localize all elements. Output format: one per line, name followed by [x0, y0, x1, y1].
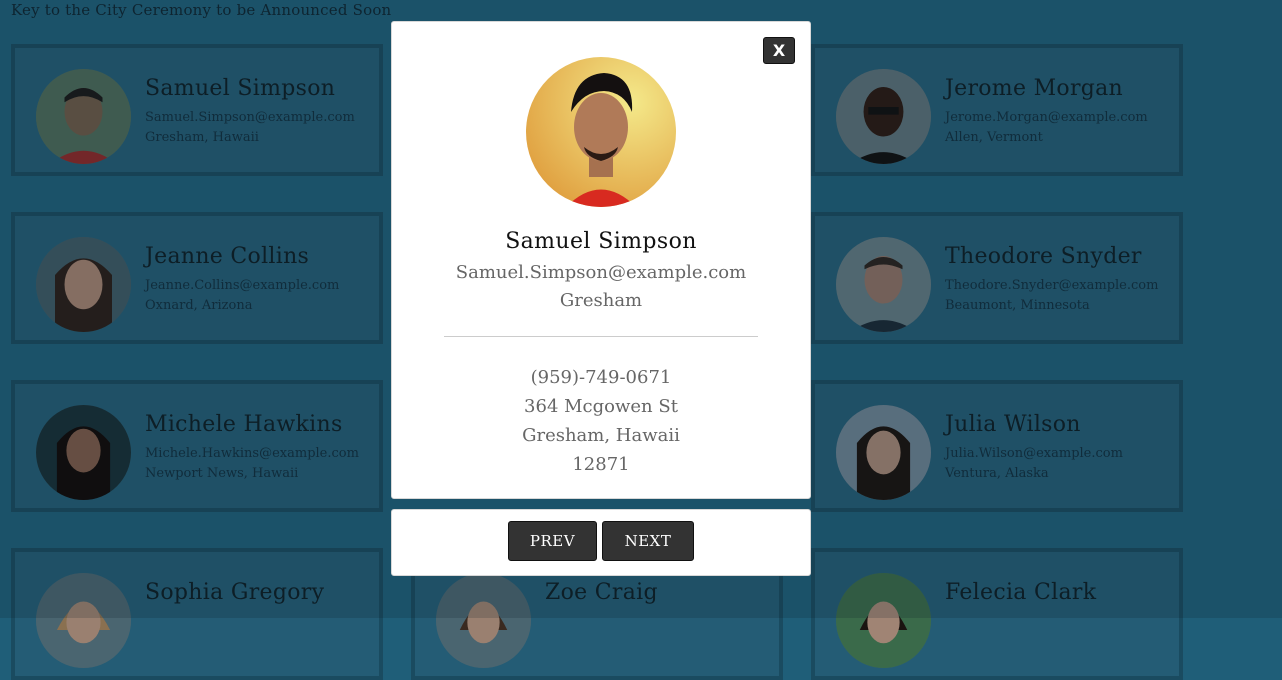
- employee-card[interactable]: Jerome Morgan Jerome.Morgan@example.com …: [811, 44, 1183, 176]
- modal-avatar: [526, 57, 676, 207]
- employee-location: Newport News, Hawaii: [145, 466, 299, 481]
- modal-name: Samuel Simpson: [505, 229, 697, 254]
- employee-avatar: [36, 573, 131, 668]
- employee-email: Jerome.Morgan@example.com: [945, 110, 1148, 125]
- employee-avatar: [836, 405, 931, 500]
- employee-name: Julia Wilson: [945, 412, 1081, 437]
- employee-modal: X Samuel Simpson Samuel.Simpson@example.…: [391, 21, 811, 499]
- modal-postcode: 12871: [572, 454, 630, 475]
- employee-name: Michele Hawkins: [145, 412, 343, 437]
- employee-avatar: [836, 69, 931, 164]
- employee-card[interactable]: Julia Wilson Julia.Wilson@example.com Ve…: [811, 380, 1183, 512]
- employee-location: Beaumont, Minnesota: [945, 298, 1090, 313]
- prev-button[interactable]: PREV: [508, 521, 597, 561]
- employee-avatar: [36, 69, 131, 164]
- modal-city: Gresham: [559, 290, 643, 311]
- employee-email: Julia.Wilson@example.com: [945, 446, 1123, 461]
- employee-email: Jeanne.Collins@example.com: [145, 278, 340, 293]
- employee-name: Samuel Simpson: [145, 76, 336, 101]
- employee-name: Sophia Gregory: [145, 580, 325, 605]
- modal-phone: (959)-749-0671: [530, 367, 672, 388]
- employee-name: Zoe Craig: [545, 580, 658, 605]
- employee-card[interactable]: Samuel Simpson Samuel.Simpson@example.co…: [11, 44, 383, 176]
- modal-street: 364 Mcgowen St: [524, 396, 678, 417]
- employee-card[interactable]: Jeanne Collins Jeanne.Collins@example.co…: [11, 212, 383, 344]
- modal-divider: [444, 336, 758, 337]
- employee-card[interactable]: Felecia Clark: [811, 548, 1183, 680]
- employee-name: Theodore Snyder: [945, 244, 1142, 269]
- employee-card[interactable]: Michele Hawkins Michele.Hawkins@example.…: [11, 380, 383, 512]
- close-button[interactable]: X: [763, 37, 795, 64]
- employee-location: Ventura, Alaska: [945, 466, 1049, 481]
- employee-avatar: [436, 573, 531, 668]
- next-button[interactable]: NEXT: [602, 521, 694, 561]
- employee-avatar: [836, 237, 931, 332]
- employee-card[interactable]: Theodore Snyder Theodore.Snyder@example.…: [811, 212, 1183, 344]
- modal-nav: PREV NEXT: [391, 509, 811, 576]
- modal-email: Samuel.Simpson@example.com: [455, 262, 747, 283]
- employee-card[interactable]: Sophia Gregory: [11, 548, 383, 680]
- employee-location: Oxnard, Arizona: [145, 298, 253, 313]
- employee-location: Allen, Vermont: [945, 130, 1043, 145]
- employee-name: Jeanne Collins: [145, 244, 310, 269]
- employee-avatar: [836, 573, 931, 668]
- employee-email: Michele.Hawkins@example.com: [145, 446, 359, 461]
- employee-avatar: [36, 405, 131, 500]
- employee-name: Jerome Morgan: [945, 76, 1124, 101]
- employee-email: Samuel.Simpson@example.com: [145, 110, 355, 125]
- employee-avatar: [36, 237, 131, 332]
- employee-location: Gresham, Hawaii: [145, 130, 259, 145]
- page-header: Key to the City Ceremony to be Announced…: [11, 1, 392, 19]
- employee-email: Theodore.Snyder@example.com: [945, 278, 1159, 293]
- employee-name: Felecia Clark: [945, 580, 1097, 605]
- modal-city-state: Gresham, Hawaii: [522, 425, 680, 446]
